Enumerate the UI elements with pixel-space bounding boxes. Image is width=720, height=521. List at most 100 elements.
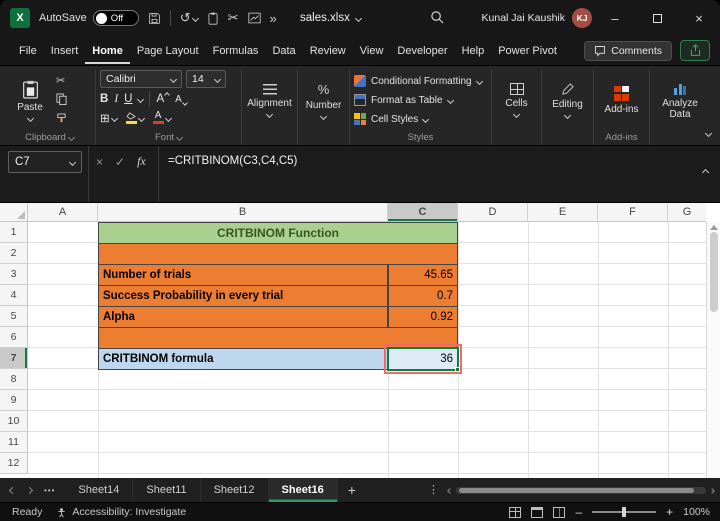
all-sheets-icon[interactable]: ••• bbox=[44, 486, 55, 495]
column-header-g[interactable]: G bbox=[668, 203, 706, 222]
zoom-slider-handle[interactable] bbox=[622, 507, 626, 518]
zoom-in-button[interactable]: + bbox=[666, 505, 673, 519]
prev-sheet-icon[interactable] bbox=[8, 486, 17, 494]
tab-insert[interactable]: Insert bbox=[44, 38, 86, 64]
add-sheet-button[interactable]: + bbox=[348, 482, 356, 498]
row-header-10[interactable]: 10 bbox=[0, 411, 28, 432]
select-all-button[interactable] bbox=[0, 203, 28, 222]
save-button[interactable] bbox=[148, 12, 161, 25]
enter-button[interactable]: ✓ bbox=[115, 155, 125, 169]
name-box[interactable]: C7 bbox=[8, 151, 82, 173]
grow-font-button[interactable]: A bbox=[156, 92, 170, 105]
copy-button[interactable] bbox=[56, 92, 67, 106]
tab-home[interactable]: Home bbox=[85, 38, 130, 64]
insert-function-button[interactable]: fx bbox=[137, 154, 146, 169]
tab-data[interactable]: Data bbox=[265, 38, 302, 64]
cell-b7-label[interactable]: CRITBINOM formula bbox=[98, 348, 388, 370]
sheet-tab-sheet16[interactable]: Sheet16 bbox=[268, 478, 338, 502]
formula-input[interactable]: =CRITBINOM(C3,C4,C5) bbox=[168, 155, 297, 167]
analyze-data-button[interactable]: Analyze Data bbox=[654, 70, 706, 130]
horizontal-scroll-track[interactable] bbox=[456, 487, 706, 494]
font-size-select[interactable]: 14 bbox=[186, 70, 226, 88]
page-layout-view-icon[interactable] bbox=[531, 506, 544, 518]
undo-button[interactable]: ↺ bbox=[180, 10, 199, 26]
cell-row2-band[interactable] bbox=[98, 243, 458, 265]
dialog-launcher-icon[interactable] bbox=[67, 133, 75, 142]
document-title[interactable]: sales.xlsx bbox=[300, 0, 362, 36]
horizontal-scroll-thumb[interactable] bbox=[459, 488, 694, 493]
tab-developer[interactable]: Developer bbox=[390, 38, 454, 64]
cell-styles-button[interactable]: Cell Styles bbox=[354, 110, 482, 128]
borders-button[interactable]: ⊞ bbox=[100, 111, 118, 125]
row-header-5[interactable]: 5 bbox=[0, 306, 28, 327]
cell-c5-value[interactable]: 0.92 bbox=[388, 306, 458, 328]
addins-button[interactable]: Add-ins bbox=[598, 70, 645, 130]
scroll-right-icon[interactable] bbox=[709, 487, 715, 494]
alignment-button[interactable]: Alignment bbox=[246, 70, 293, 130]
tab-page-layout[interactable]: Page Layout bbox=[130, 38, 206, 64]
row-header-9[interactable]: 9 bbox=[0, 390, 28, 411]
avatar[interactable]: KJ bbox=[572, 8, 592, 28]
tab-help[interactable]: Help bbox=[455, 38, 492, 64]
cell-b3-label[interactable]: Number of trials bbox=[98, 264, 388, 286]
fill-color-button[interactable] bbox=[125, 112, 145, 124]
cell-b1-title[interactable]: CRITBINOM Function bbox=[98, 222, 458, 244]
column-header-d[interactable]: D bbox=[458, 203, 528, 222]
row-header-4[interactable]: 4 bbox=[0, 285, 28, 306]
bold-button[interactable]: B bbox=[100, 93, 108, 105]
dialog-launcher-icon[interactable] bbox=[175, 133, 184, 142]
tab-review[interactable]: Review bbox=[303, 38, 353, 64]
conditional-formatting-button[interactable]: Conditional Formatting bbox=[354, 72, 483, 90]
cut-button[interactable]: ✂ bbox=[228, 10, 239, 26]
row-header-12[interactable]: 12 bbox=[0, 453, 28, 474]
shrink-font-button[interactable]: A bbox=[175, 94, 188, 106]
vertical-scroll-thumb[interactable] bbox=[709, 232, 718, 312]
zoom-out-button[interactable]: – bbox=[575, 505, 582, 519]
format-as-table-button[interactable]: Format as Table bbox=[354, 91, 482, 109]
page-break-view-icon[interactable] bbox=[553, 506, 566, 518]
column-header-c[interactable]: C bbox=[388, 203, 458, 222]
cell-c4-value[interactable]: 0.7 bbox=[388, 285, 458, 307]
clipboard-button[interactable] bbox=[207, 12, 219, 25]
row-header-2[interactable]: 2 bbox=[0, 243, 28, 264]
column-header-f[interactable]: F bbox=[598, 203, 668, 222]
row-header-7[interactable]: 7 bbox=[0, 348, 28, 369]
tab-file[interactable]: File bbox=[12, 38, 44, 64]
sheet-tab-sheet12[interactable]: Sheet12 bbox=[201, 478, 269, 502]
sheet-tab-sheet14[interactable]: Sheet14 bbox=[65, 478, 134, 502]
underline-button[interactable]: U bbox=[124, 93, 132, 105]
excel-logo-icon[interactable]: X bbox=[10, 8, 30, 28]
cell-b5-label[interactable]: Alpha bbox=[98, 306, 388, 328]
editing-button[interactable]: Editing bbox=[546, 70, 589, 130]
vertical-scrollbar[interactable] bbox=[706, 222, 720, 478]
chart-button[interactable] bbox=[247, 12, 261, 24]
cut-button[interactable]: ✂ bbox=[56, 73, 67, 87]
row-header-3[interactable]: 3 bbox=[0, 264, 28, 285]
cell-b4-label[interactable]: Success Probability in every trial bbox=[98, 285, 388, 307]
tab-options-icon[interactable]: ⋮ bbox=[428, 483, 439, 496]
format-painter-button[interactable] bbox=[56, 111, 67, 125]
collapse-formula-bar-icon[interactable] bbox=[701, 168, 710, 177]
normal-view-icon[interactable] bbox=[509, 506, 522, 518]
number-button[interactable]: % Number bbox=[302, 70, 345, 130]
more-commands-button[interactable]: » bbox=[270, 11, 277, 26]
tab-power-pivot[interactable]: Power Pivot bbox=[491, 38, 564, 64]
column-header-b[interactable]: B bbox=[98, 203, 388, 222]
row-header-6[interactable]: 6 bbox=[0, 327, 28, 348]
search-button[interactable] bbox=[430, 10, 445, 25]
italic-button[interactable]: I bbox=[114, 93, 118, 105]
row-header-11[interactable]: 11 bbox=[0, 432, 28, 453]
font-color-button[interactable]: A bbox=[152, 111, 172, 124]
account-info[interactable]: Kunal Jai Kaushik KJ bbox=[482, 0, 592, 36]
row-header-1[interactable]: 1 bbox=[0, 222, 28, 243]
maximize-button[interactable] bbox=[636, 0, 678, 36]
minimize-button[interactable]: – bbox=[594, 0, 636, 36]
font-name-select[interactable]: Calibri bbox=[100, 70, 182, 88]
row-header-8[interactable]: 8 bbox=[0, 369, 28, 390]
close-button[interactable]: × bbox=[678, 0, 720, 36]
cell-c3-value[interactable]: 45.65 bbox=[388, 264, 458, 286]
autosave-switch[interactable]: Off bbox=[92, 10, 139, 26]
zoom-slider[interactable] bbox=[592, 507, 657, 518]
paste-button[interactable]: Paste bbox=[8, 70, 52, 130]
scroll-up-icon[interactable] bbox=[709, 225, 718, 230]
